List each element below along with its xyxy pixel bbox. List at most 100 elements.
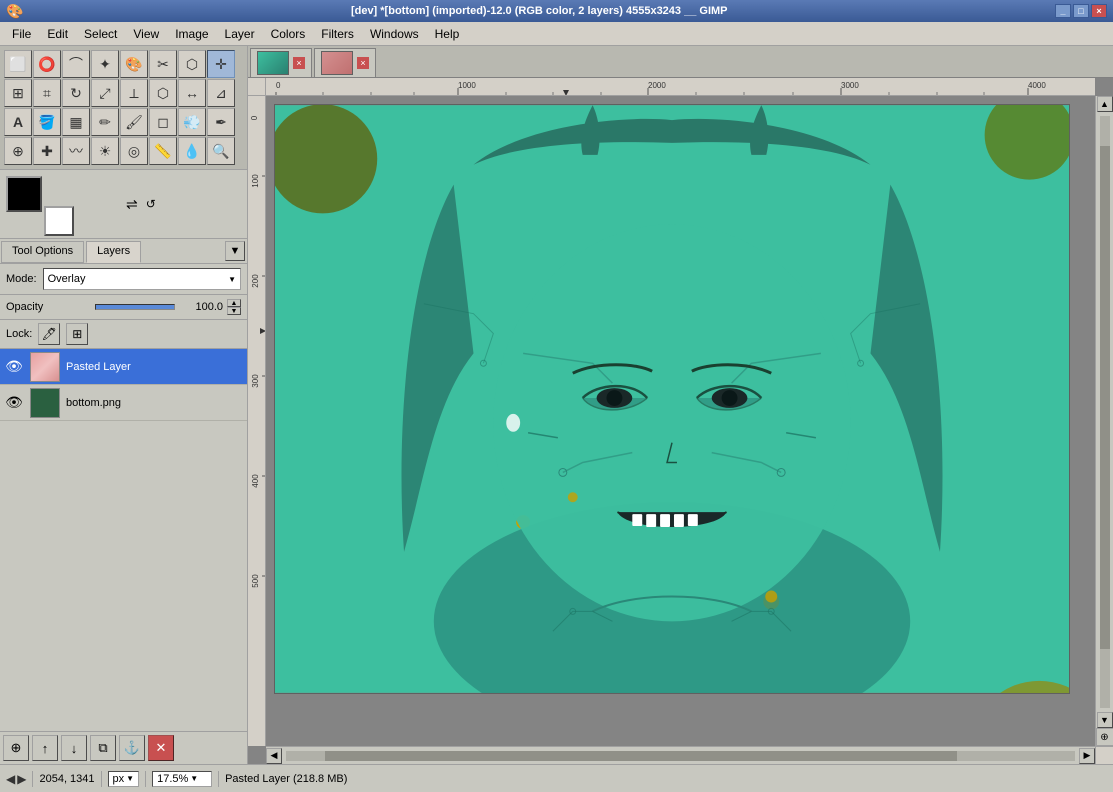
- blur-sharpen-tool[interactable]: ◎: [120, 137, 148, 165]
- layer-visibility-bottom[interactable]: 👁: [4, 393, 24, 413]
- menu-filters[interactable]: Filters: [313, 25, 362, 43]
- menu-file[interactable]: File: [4, 25, 39, 43]
- statusbar: ◀ ▶ 2054, 1341 px ▼ 17.5% ▼ Pasted Layer…: [0, 764, 1113, 792]
- opacity-up-btn[interactable]: ▲: [227, 299, 241, 307]
- eraser-tool[interactable]: ◻: [149, 108, 177, 136]
- swap-colors-btn[interactable]: ⇌: [126, 196, 138, 213]
- divider-4: [218, 771, 219, 787]
- flip-tool[interactable]: ↔: [178, 79, 206, 107]
- h-scroll-right-btn[interactable]: ▶: [1079, 748, 1095, 764]
- text-tool[interactable]: A: [4, 108, 32, 136]
- ellipse-select-tool[interactable]: ⭕: [33, 50, 61, 78]
- fuzzy-select-tool[interactable]: ✦: [91, 50, 119, 78]
- color-picker-tool[interactable]: 💧: [178, 137, 206, 165]
- layer-item-bottom[interactable]: 👁 bottom.png: [0, 385, 247, 421]
- menubar: File Edit Select View Image Layer Colors…: [0, 22, 1113, 46]
- tab-layers[interactable]: Layers: [86, 241, 141, 263]
- crop-tool[interactable]: ⌗: [33, 79, 61, 107]
- background-color[interactable]: [44, 206, 74, 236]
- prev-btn[interactable]: ◀: [6, 772, 15, 786]
- menu-layer[interactable]: Layer: [217, 25, 263, 43]
- opacity-spinners: ▲ ▼: [227, 299, 241, 315]
- ink-tool[interactable]: ✒: [207, 108, 235, 136]
- menu-select[interactable]: Select: [76, 25, 125, 43]
- minimize-btn[interactable]: _: [1055, 4, 1071, 18]
- img-tab-1-thumb: [257, 51, 289, 75]
- pencil-tool[interactable]: ✏: [91, 108, 119, 136]
- foreground-color[interactable]: [6, 176, 42, 212]
- paintbrush-tool[interactable]: 🖌: [120, 108, 148, 136]
- bucket-fill-tool[interactable]: 🪣: [33, 108, 61, 136]
- lock-alpha-btn[interactable]: ⊞: [66, 323, 88, 345]
- h-ruler-0: 0: [276, 81, 281, 90]
- h-scroll-left-btn[interactable]: ◀: [266, 748, 282, 764]
- zoom-tool[interactable]: 🔍: [207, 137, 235, 165]
- perspective-tool[interactable]: ⬡: [149, 79, 177, 107]
- opacity-down-btn[interactable]: ▼: [227, 307, 241, 315]
- healing-tool[interactable]: ✚: [33, 137, 61, 165]
- smudge-tool[interactable]: 〰: [62, 137, 90, 165]
- opacity-slider-area[interactable]: [95, 297, 176, 317]
- scissors-tool[interactable]: ✂: [149, 50, 177, 78]
- layers-panel: Mode: Overlay ▼ Opacity 100.0: [0, 264, 247, 764]
- layer-item-pasted[interactable]: 👁 Pasted Layer: [0, 349, 247, 385]
- h-scroll-thumb[interactable]: [325, 751, 956, 761]
- lower-layer-btn[interactable]: ↓: [61, 735, 87, 761]
- tab-tool-options[interactable]: Tool Options: [1, 241, 84, 263]
- foreground-select-tool[interactable]: ⬡: [178, 50, 206, 78]
- delete-layer-btn[interactable]: ✕: [148, 735, 174, 761]
- layer-visibility-pasted[interactable]: 👁: [4, 357, 24, 377]
- img-tab-2-close[interactable]: ×: [357, 57, 369, 69]
- anchor-layer-btn[interactable]: ⚓: [119, 735, 145, 761]
- canvas-artwork: [275, 105, 1069, 693]
- zoom-dropdown[interactable]: 17.5% ▼: [152, 771, 212, 787]
- clone-tool[interactable]: ⊕: [4, 137, 32, 165]
- rotate-tool[interactable]: ↻: [62, 79, 90, 107]
- lasso-tool[interactable]: ⌒: [62, 50, 90, 78]
- menu-image[interactable]: Image: [167, 25, 216, 43]
- rect-select-tool[interactable]: ⬜: [4, 50, 32, 78]
- canvas-resize-btn[interactable]: ⊕: [1096, 728, 1113, 746]
- v-scroll-up-btn[interactable]: ▲: [1097, 96, 1113, 112]
- align-tool[interactable]: ⊞: [4, 79, 32, 107]
- canvas-inner: [266, 96, 1095, 746]
- opacity-fill: [96, 305, 175, 309]
- panel-menu-btn[interactable]: ▼: [225, 241, 245, 261]
- menu-help[interactable]: Help: [427, 25, 468, 43]
- menu-edit[interactable]: Edit: [39, 25, 76, 43]
- scale-tool[interactable]: ⤢: [91, 79, 119, 107]
- close-btn[interactable]: ×: [1091, 4, 1107, 18]
- next-btn[interactable]: ▶: [17, 772, 26, 786]
- image-tab-1[interactable]: ×: [250, 48, 312, 77]
- unit-dropdown[interactable]: px ▼: [108, 771, 140, 787]
- layer-name-bottom: bottom.png: [66, 397, 243, 409]
- menu-view[interactable]: View: [125, 25, 167, 43]
- measure-tool[interactable]: 📏: [149, 137, 177, 165]
- menu-colors[interactable]: Colors: [263, 25, 314, 43]
- lock-row: Lock: 🖊 ⊞: [0, 320, 247, 349]
- v-scroll-down-btn[interactable]: ▼: [1097, 712, 1113, 728]
- canvas-viewport[interactable]: [266, 96, 1095, 746]
- shear-tool[interactable]: ⟂: [120, 79, 148, 107]
- mode-dropdown[interactable]: Overlay ▼: [43, 268, 241, 290]
- v-scroll-track[interactable]: [1100, 116, 1110, 708]
- airbrush-tool[interactable]: 💨: [178, 108, 206, 136]
- move-tool[interactable]: ✛: [207, 50, 235, 78]
- v-ruler-400: 400: [251, 474, 260, 488]
- reset-colors-btn[interactable]: ↺: [146, 197, 156, 211]
- blend-tool[interactable]: ▦: [62, 108, 90, 136]
- raise-layer-btn[interactable]: ↑: [32, 735, 58, 761]
- v-scroll-thumb[interactable]: [1100, 146, 1110, 649]
- duplicate-layer-btn[interactable]: ⧉: [90, 735, 116, 761]
- h-scroll-track[interactable]: [286, 751, 1075, 761]
- transform-tool[interactable]: ⊿: [207, 79, 235, 107]
- lock-pixels-btn[interactable]: 🖊: [38, 323, 60, 345]
- img-tab-1-close[interactable]: ×: [293, 57, 305, 69]
- unit-dropdown-arrow: ▼: [126, 774, 134, 783]
- new-layer-btn[interactable]: ⊕: [3, 735, 29, 761]
- image-tab-2[interactable]: ×: [314, 48, 376, 77]
- select-by-color-tool[interactable]: 🎨: [120, 50, 148, 78]
- maximize-btn[interactable]: □: [1073, 4, 1089, 18]
- menu-windows[interactable]: Windows: [362, 25, 427, 43]
- dodge-burn-tool[interactable]: ☀: [91, 137, 119, 165]
